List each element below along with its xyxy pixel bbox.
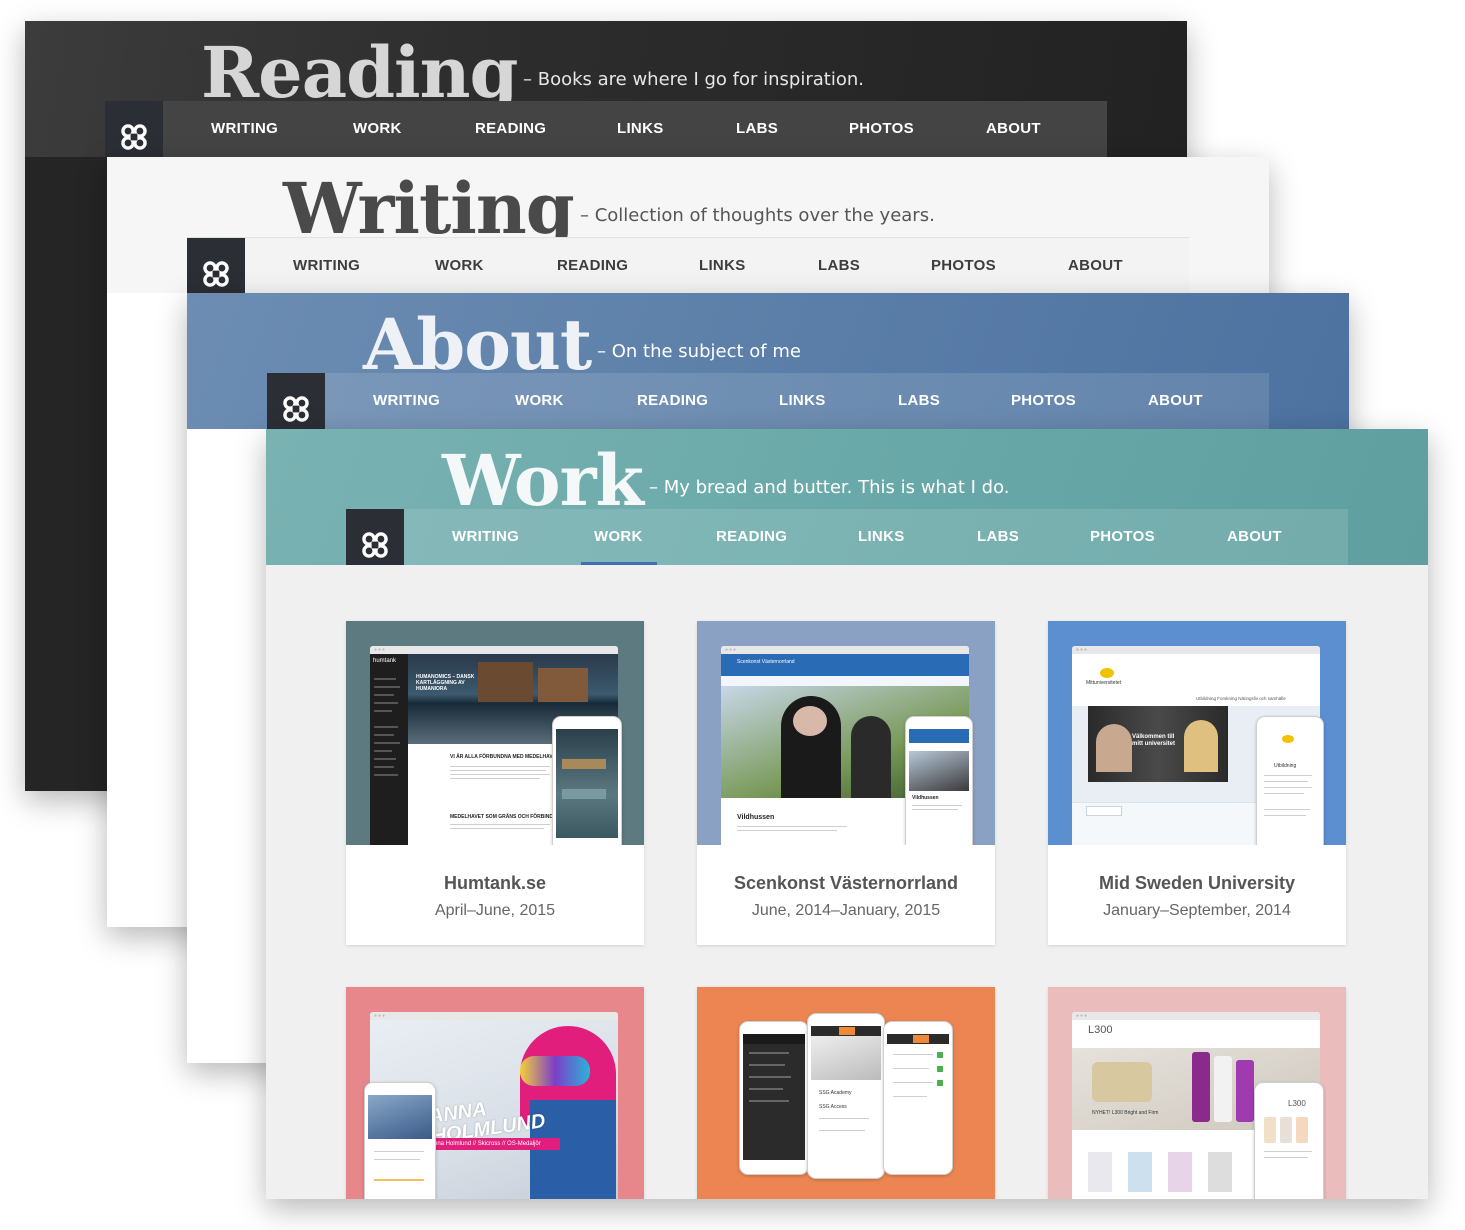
nav-reading[interactable]: READING [716,509,787,565]
project-thumbnail: SSG Academy SSG Access [697,987,995,1199]
nav-photos[interactable]: PHOTOS [1011,373,1076,429]
main-nav: WRITING WORK READING LINKS LABS PHOTOS A… [346,509,1348,581]
project-thumbnail: ●●● Scenkonst Västernorrland Vildhussen [697,621,995,845]
project-thumbnail: ●●● ANNA HOLMLUND Anna Holmlund // Skicr… [346,987,644,1199]
project-date: January–September, 2014 [1103,902,1291,919]
nav-labs[interactable]: LABS [898,373,940,429]
nav-reading[interactable]: READING [637,373,708,429]
phone-caption: Vildhussen [912,795,939,801]
nav-writing[interactable]: WRITING [211,101,278,157]
nav-about[interactable]: ABOUT [1068,238,1123,293]
page-tagline: – My bread and butter. This is what I do… [649,477,1010,498]
site-brand: L300 [1088,1024,1113,1036]
nav-labs[interactable]: LABS [818,238,860,293]
page-tagline: – On the subject of me [597,341,801,362]
reading-header: Reading – Books are where I go for inspi… [25,21,1187,157]
project-card-l300[interactable]: ●●● L300 NYHET! L300 Bright and Firm L30… [1048,987,1346,1199]
nav-reading[interactable]: READING [557,238,628,293]
phone-mockup [552,716,622,845]
project-meta: Mid Sweden University January–September,… [1048,845,1346,945]
project-card-humtank[interactable]: ●●● humtank HUMANOMICS – DANSK KARTLÄGGN… [346,621,644,945]
nav-work[interactable]: WORK [594,509,643,565]
site-logo-icon[interactable] [187,238,245,293]
project-meta: Scenkonst Västernorrland June, 2014–Janu… [697,845,995,945]
project-date: June, 2014–January, 2015 [751,902,941,919]
work-window: Work – My bread and butter. This is what… [266,429,1428,1199]
phone-mockup: Utbildning [1256,716,1324,845]
work-grid: ●●● humtank HUMANOMICS – DANSK KARTLÄGGN… [266,565,1428,1199]
page-tagline: – Collection of thoughts over the years. [580,205,935,226]
main-nav: WRITING WORK READING LINKS LABS PHOTOS A… [105,101,1107,157]
nav-about[interactable]: ABOUT [1148,373,1203,429]
phone-mockup-right [883,1021,953,1175]
site-logo-icon[interactable] [105,101,163,157]
about-header: About – On the subject of me WRITING WOR… [187,293,1349,429]
phone-mockup: L300 [1254,1082,1324,1199]
phone-nav: Utbildning [1274,763,1297,769]
nav-work[interactable]: WORK [353,101,402,157]
nav-about[interactable]: ABOUT [1227,509,1282,565]
phone-mockup [364,1082,436,1199]
nav-work[interactable]: WORK [435,238,484,293]
project-thumbnail: ●●● humtank HUMANOMICS – DANSK KARTLÄGGN… [346,621,644,845]
main-nav: WRITING WORK READING LINKS LABS PHOTOS A… [187,237,1189,293]
app-tile-1: SSG Academy [819,1090,852,1096]
nav-about[interactable]: ABOUT [986,101,1041,157]
site-brand: humtank [373,658,397,664]
project-card-anna[interactable]: ●●● ANNA HOLMLUND Anna Holmlund // Skicr… [346,987,644,1199]
feature-caption: Vildhussen [737,814,775,821]
nav-links[interactable]: LINKS [699,238,746,293]
project-card-app[interactable]: SSG Academy SSG Access [697,987,995,1199]
phone-mockup-center: SSG Academy SSG Access [807,1013,885,1179]
nav-photos[interactable]: PHOTOS [1090,509,1155,565]
product-headline: NYHET! L300 Bright and Firm [1092,1110,1159,1116]
page-tagline: – Books are where I go for inspiration. [523,69,864,90]
project-thumbnail: ●●● Mittuniversitetet Utbildning Forskni… [1048,621,1346,845]
nav-reading[interactable]: READING [475,101,546,157]
writing-header: Writing – Collection of thoughts over th… [107,157,1269,293]
nav-work[interactable]: WORK [515,373,564,429]
phone-mockup-left [739,1021,809,1175]
site-nav: Utbildning Forskning Näringsliv och samh… [1196,696,1286,701]
site-logo-icon[interactable] [267,373,325,429]
project-card-miun[interactable]: ●●● Mittuniversitetet Utbildning Forskni… [1048,621,1346,945]
nav-writing[interactable]: WRITING [452,509,519,565]
project-title: Scenkonst Västernorrland [733,873,959,893]
nav-writing[interactable]: WRITING [373,373,440,429]
nav-photos[interactable]: PHOTOS [849,101,914,157]
nav-writing[interactable]: WRITING [293,238,360,293]
hero-headline: HUMANOMICS – DANSK KARTLÄGGNING AV HUMAN… [416,674,475,692]
main-nav: WRITING WORK READING LINKS LABS PHOTOS A… [267,373,1269,429]
project-date: April–June, 2015 [434,902,556,919]
nav-links[interactable]: LINKS [858,509,905,565]
nav-links[interactable]: LINKS [779,373,826,429]
app-tile-2: SSG Access [819,1104,847,1110]
project-card-scenkonst[interactable]: ●●● Scenkonst Västernorrland Vildhussen [697,621,995,945]
project-meta: Humtank.se April–June, 2015 [346,845,644,945]
work-header: Work – My bread and butter. This is what… [266,429,1428,581]
hero-text: Välkommen till mitt universitet [1132,734,1176,747]
nav-labs[interactable]: LABS [977,509,1019,565]
project-title: Humtank.se [443,873,547,893]
site-brand: Mittuniversitetet [1086,680,1122,686]
phone-mockup: Vildhussen [905,716,973,845]
site-brand: Scenkonst Västernorrland [737,659,795,665]
nav-links[interactable]: LINKS [617,101,664,157]
project-thumbnail: ●●● L300 NYHET! L300 Bright and Firm L30… [1048,987,1346,1199]
athlete-strip: Anna Holmlund // Skicross // OS-Medaljör [426,1138,560,1150]
nav-photos[interactable]: PHOTOS [931,238,996,293]
project-title: Mid Sweden University [1098,873,1296,893]
nav-labs[interactable]: LABS [736,101,778,157]
phone-brand: L300 [1288,1099,1306,1108]
